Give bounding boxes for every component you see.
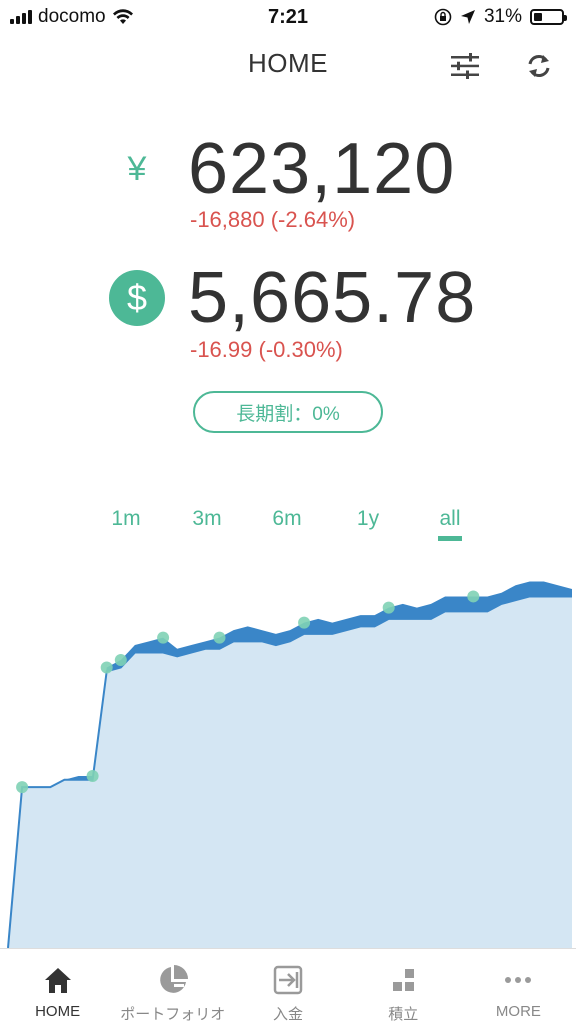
nav-deposit-label: 入金	[273, 1006, 304, 1023]
sliders-icon	[451, 53, 479, 79]
bottom-navigation: HOME ポートフォリオ 入金 積立 MORE	[0, 948, 576, 1025]
yen-balance: 623,120	[188, 129, 456, 209]
long-term-discount-label: 長期割：0%	[236, 403, 340, 425]
chart-marker-point	[114, 654, 127, 667]
yen-symbol: ¥	[127, 150, 147, 188]
more-icon	[505, 977, 532, 983]
home-icon	[44, 968, 71, 993]
chart-marker-point	[213, 631, 226, 644]
nav-accumulate[interactable]: 積立	[346, 949, 461, 1025]
balance-history-chart	[7, 581, 572, 949]
chart-marker-point	[157, 631, 170, 644]
battery-fill	[534, 13, 543, 21]
chart-marker-point	[298, 616, 311, 629]
usd-change: -16.99 (-0.30%)	[190, 337, 343, 362]
status-right: 31%	[434, 6, 567, 28]
usd-balance: 5,665.78	[188, 258, 477, 338]
range-tab-6m[interactable]: 6m	[257, 507, 317, 531]
blocks-icon	[393, 969, 415, 991]
battery-percent: 31%	[483, 6, 522, 27]
location-arrow-icon	[460, 10, 475, 24]
dollar-icon: $	[109, 270, 165, 326]
yen-change: -16,880 (-2.64%)	[190, 207, 356, 232]
range-tab-1m[interactable]: 1m	[96, 507, 156, 531]
deposit-icon	[273, 965, 303, 995]
chart-marker-point	[100, 661, 113, 674]
status-bar: docomo 7:21 31%	[0, 0, 576, 34]
chart-marker-point	[16, 781, 29, 794]
dollar-symbol: $	[126, 277, 148, 318]
range-tab-3m[interactable]: 3m	[177, 507, 237, 531]
nav-more-label: MORE	[495, 1003, 541, 1020]
nav-home-label: HOME	[35, 1003, 81, 1020]
nav-accumulate-label: 積立	[388, 1006, 419, 1023]
nav-home[interactable]: HOME	[0, 949, 115, 1025]
orientation-lock-icon	[434, 8, 452, 26]
range-tab-all[interactable]: all	[420, 507, 480, 531]
refresh-button[interactable]	[519, 46, 559, 86]
filter-button[interactable]	[445, 46, 485, 86]
nav-portfolio-label: ポートフォリオ	[120, 1006, 226, 1023]
battery-icon	[530, 9, 567, 25]
chart-marker-point	[382, 601, 395, 614]
chart-marker-point	[467, 590, 480, 603]
nav-more[interactable]: MORE	[461, 949, 576, 1025]
range-tab-1y[interactable]: 1y	[338, 507, 398, 531]
nav-portfolio[interactable]: ポートフォリオ	[115, 949, 230, 1025]
range-tab-selected-indicator	[438, 536, 462, 541]
nav-deposit[interactable]: 入金	[230, 949, 345, 1025]
pie-chart-icon	[159, 965, 188, 993]
page-title: HOME	[248, 48, 328, 78]
chart-marker-point	[86, 769, 99, 782]
refresh-icon	[528, 55, 550, 77]
long-term-discount-button[interactable]: 長期割：0%	[193, 391, 383, 433]
